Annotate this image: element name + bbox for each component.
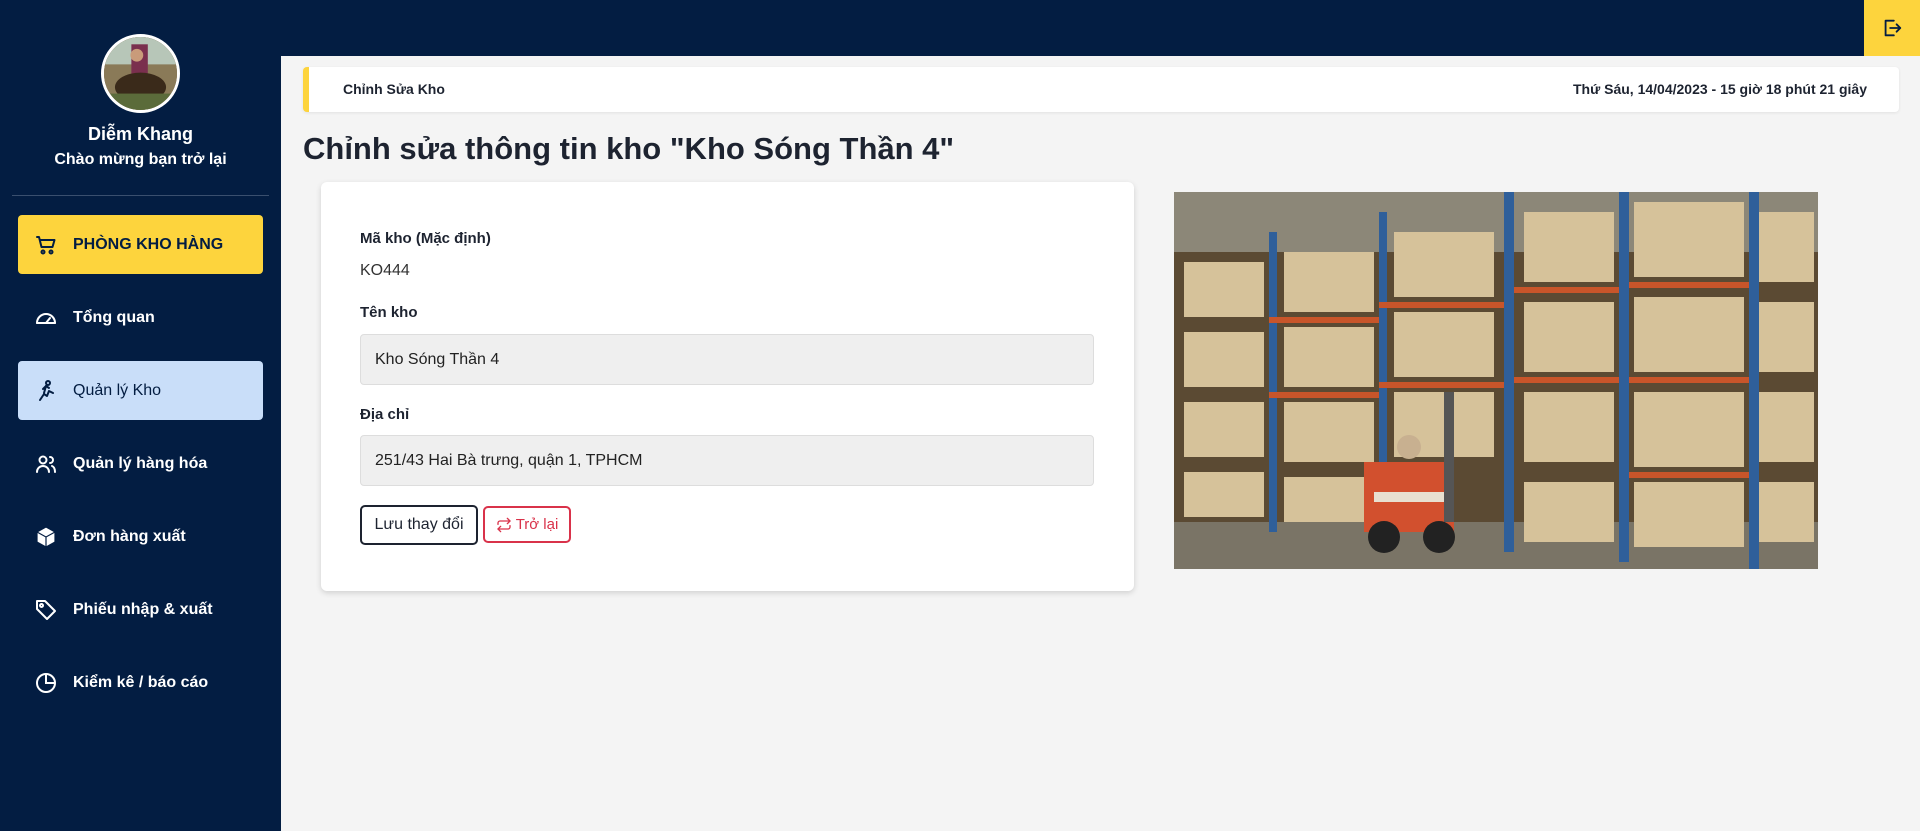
sidebar-item-goods[interactable]: Quản lý hàng hóa [18,434,263,493]
address-input[interactable] [360,435,1094,486]
current-datetime: Thứ Sáu, 14/04/2023 - 15 giờ 18 phút 21 … [1573,81,1867,97]
sidebar-item-store[interactable]: PHÒNG KHO HÀNG [18,215,263,274]
pie-chart-icon [33,670,59,696]
code-label: Mã kho (Mặc định) [360,230,491,247]
page-title: Chỉnh sửa thông tin kho "Kho Sóng Thần 4… [303,131,955,166]
gauge-icon [33,305,59,331]
back-button[interactable]: Trở lại [483,506,571,543]
sidebar-item-label: Đơn hàng xuất [73,527,186,545]
sidebar-item-receipts[interactable]: Phiếu nhập & xuất [18,580,263,639]
edit-warehouse-form: Mã kho (Mặc định) KO444 Tên kho Địa chỉ … [321,182,1134,591]
name-input[interactable] [360,334,1094,385]
repeat-icon [497,517,511,532]
sidebar-item-label: Phiếu nhập & xuất [73,600,213,618]
tag-icon [33,597,59,623]
sidebar-item-warehouse[interactable]: Quản lý Kho [18,361,263,420]
box-icon [33,524,59,550]
warehouse-image [1174,192,1818,569]
sidebar-item-label: Quản lý Kho [73,381,162,399]
sidebar-item-reports[interactable]: Kiểm kê / báo cáo [18,653,263,712]
sidebar-item-export-orders[interactable]: Đơn hàng xuất [18,507,263,566]
topbar [281,0,1920,56]
logout-icon [1884,19,1902,37]
sidebar-item-label: Kiểm kê / báo cáo [73,673,209,691]
logout-button[interactable] [1864,0,1920,56]
save-button[interactable]: Lưu thay đổi [360,505,478,545]
welcome-text: Chào mừng bạn trở lại [54,151,227,168]
back-button-label: Trở lại [515,516,559,533]
code-value: KO444 [360,262,410,279]
sidebar-item-label: Tổng quan [73,308,155,326]
breadcrumb: Chỉnh Sửa Kho Thứ Sáu, 14/04/2023 - 15 g… [303,67,1899,112]
sidebar-item-label: PHÒNG KHO HÀNG [73,235,224,253]
sidebar: Diễm Khang Chào mừng bạn trở lại PHÒNG K… [0,0,281,831]
user-name: Diễm Khang [87,124,193,144]
sidebar-item-label: Quản lý hàng hóa [73,454,208,472]
address-label: Địa chỉ [360,406,410,423]
cart-icon [33,232,59,258]
avatar[interactable] [101,34,180,113]
breadcrumb-label: Chỉnh Sửa Kho [343,81,445,97]
name-label: Tên kho [360,304,418,321]
sidebar-divider [12,195,269,196]
users-icon [33,451,59,477]
running-person-icon [33,378,59,404]
sidebar-item-overview[interactable]: Tổng quan [18,288,263,347]
